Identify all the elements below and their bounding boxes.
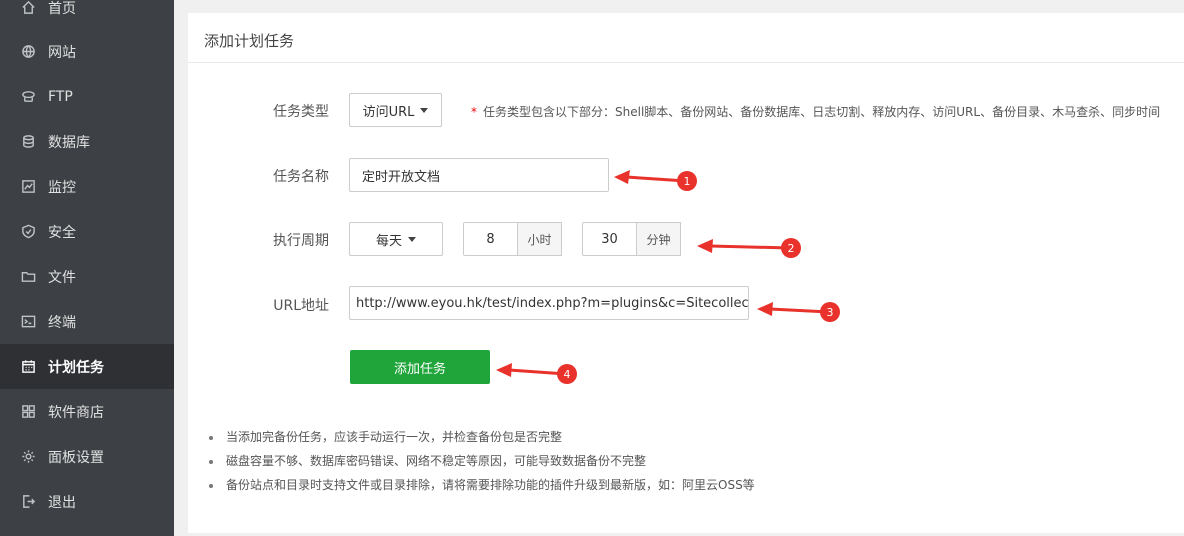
sidebar-item-label: 文件 <box>48 269 76 286</box>
sidebar-item-ftp[interactable]: FTP <box>0 74 174 119</box>
sidebar-item-monitor[interactable]: 监控 <box>0 164 174 209</box>
task-type-value: 访问URL <box>362 104 415 120</box>
tips-list: 当添加完备份任务，应该手动运行一次，并检查备份包是否完整 磁盘容量不够、数据库密… <box>208 427 755 499</box>
database-icon <box>20 134 36 150</box>
hour-unit: 小时 <box>518 222 562 256</box>
hour-input[interactable]: 8 <box>463 222 518 256</box>
caret-down-icon <box>420 107 429 113</box>
add-task-button[interactable]: 添加任务 <box>350 350 490 384</box>
sidebar-item-settings[interactable]: 面板设置 <box>0 434 174 479</box>
sidebar-item-label: 数据库 <box>48 134 90 151</box>
list-item: 磁盘容量不够、数据库密码错误、网络不稳定等原因，可能导致数据备份不完整 <box>208 451 755 475</box>
sidebar-item-store[interactable]: 软件商店 <box>0 389 174 434</box>
sidebar-item-terminal[interactable]: 终端 <box>0 299 174 344</box>
list-item: 备份站点和目录时支持文件或目录排除，请将需要排除功能的插件升级到最新版，如：阿里… <box>208 475 755 499</box>
period-select[interactable]: 每天 <box>349 222 443 256</box>
terminal-icon <box>20 314 36 330</box>
sidebar-item-label: 监控 <box>48 179 76 196</box>
list-item: 当添加完备份任务，应该手动运行一次，并检查备份包是否完整 <box>208 427 755 451</box>
sidebar-item-files[interactable]: 文件 <box>0 254 174 299</box>
sidebar-item-label: 面板设置 <box>48 449 104 466</box>
logout-icon <box>20 494 36 510</box>
period-value: 每天 <box>375 233 402 249</box>
task-type-note-text: 任务类型包含以下部分：Shell脚本、备份网站、备份数据库、日志切割、释放内存、… <box>483 105 1161 119</box>
minute-value: 30 <box>601 231 618 247</box>
grid-icon <box>20 404 36 420</box>
sidebar-item-logout[interactable]: 退出 <box>0 479 174 524</box>
ftp-icon <box>20 89 36 105</box>
task-type-select[interactable]: 访问URL <box>349 93 442 127</box>
task-type-label: 任务类型 <box>273 104 329 120</box>
gear-icon <box>20 449 36 465</box>
panel-header: 添加计划任务 <box>188 13 1184 63</box>
required-mark: * <box>471 105 477 119</box>
folder-icon <box>20 269 36 285</box>
sidebar: 首页 网站 FTP 数据库 监控 安全 文件 终端 计划任务 软件商店 面板设置 <box>0 0 174 536</box>
task-name-label: 任务名称 <box>273 169 329 185</box>
sidebar-item-label: FTP <box>48 88 73 105</box>
monitor-icon <box>20 179 36 195</box>
hour-value: 8 <box>486 231 495 247</box>
add-cron-panel: 添加计划任务 任务类型 访问URL * 任务类型包含以下部分：Shell脚本、备份… <box>188 13 1184 533</box>
shield-icon <box>20 224 36 240</box>
period-label: 执行周期 <box>273 233 329 249</box>
sidebar-item-label: 退出 <box>48 494 76 511</box>
sidebar-item-label: 首页 <box>48 0 76 17</box>
sidebar-item-database[interactable]: 数据库 <box>0 119 174 164</box>
sidebar-item-security[interactable]: 安全 <box>0 209 174 254</box>
globe-icon <box>20 44 36 60</box>
sidebar-item-label: 终端 <box>48 314 76 331</box>
minute-input[interactable]: 30 <box>582 222 637 256</box>
sidebar-item-cron[interactable]: 计划任务 <box>0 344 174 389</box>
minute-unit: 分钟 <box>637 222 681 256</box>
calendar-icon <box>20 359 36 375</box>
sidebar-item-label: 软件商店 <box>48 404 104 421</box>
caret-down-icon <box>408 236 416 242</box>
sidebar-item-label: 网站 <box>48 44 76 61</box>
task-name-input[interactable]: 定时开放文档 <box>349 158 609 192</box>
task-type-note: * 任务类型包含以下部分：Shell脚本、备份网站、备份数据库、日志切割、释放内存… <box>471 103 1160 120</box>
sidebar-item-website[interactable]: 网站 <box>0 29 174 74</box>
url-input[interactable]: http://www.eyou.hk/test/index.php?m=plug… <box>349 286 749 320</box>
sidebar-item-label: 安全 <box>48 224 76 241</box>
task-name-value: 定时开放文档 <box>362 169 441 185</box>
url-value: http://www.eyou.hk/test/index.php?m=plug… <box>356 295 749 311</box>
url-label: URL地址 <box>273 298 329 314</box>
page-title: 添加计划任务 <box>204 32 295 50</box>
home-icon <box>20 0 36 16</box>
sidebar-item-label: 计划任务 <box>48 359 104 376</box>
sidebar-item-home[interactable]: 首页 <box>0 0 174 30</box>
